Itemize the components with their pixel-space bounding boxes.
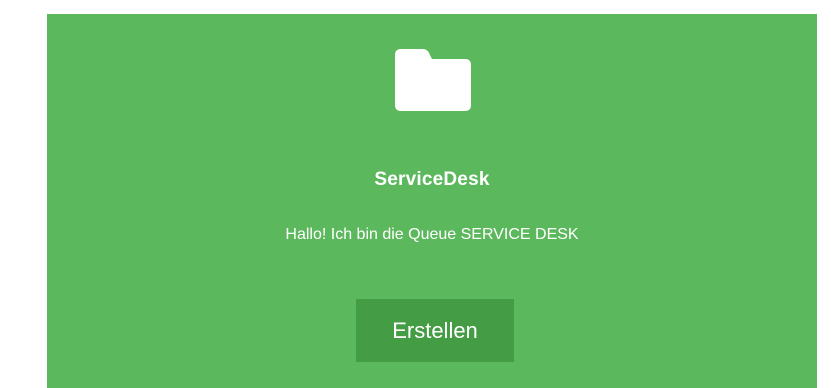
queue-description: Hallo! Ich bin die Queue SERVICE DESK [285,226,579,243]
queue-title: ServiceDesk [374,169,490,190]
queue-card: ServiceDesk Hallo! Ich bin die Queue SER… [47,14,817,388]
create-button[interactable]: Erstellen [356,299,514,362]
folder-icon [395,49,471,111]
